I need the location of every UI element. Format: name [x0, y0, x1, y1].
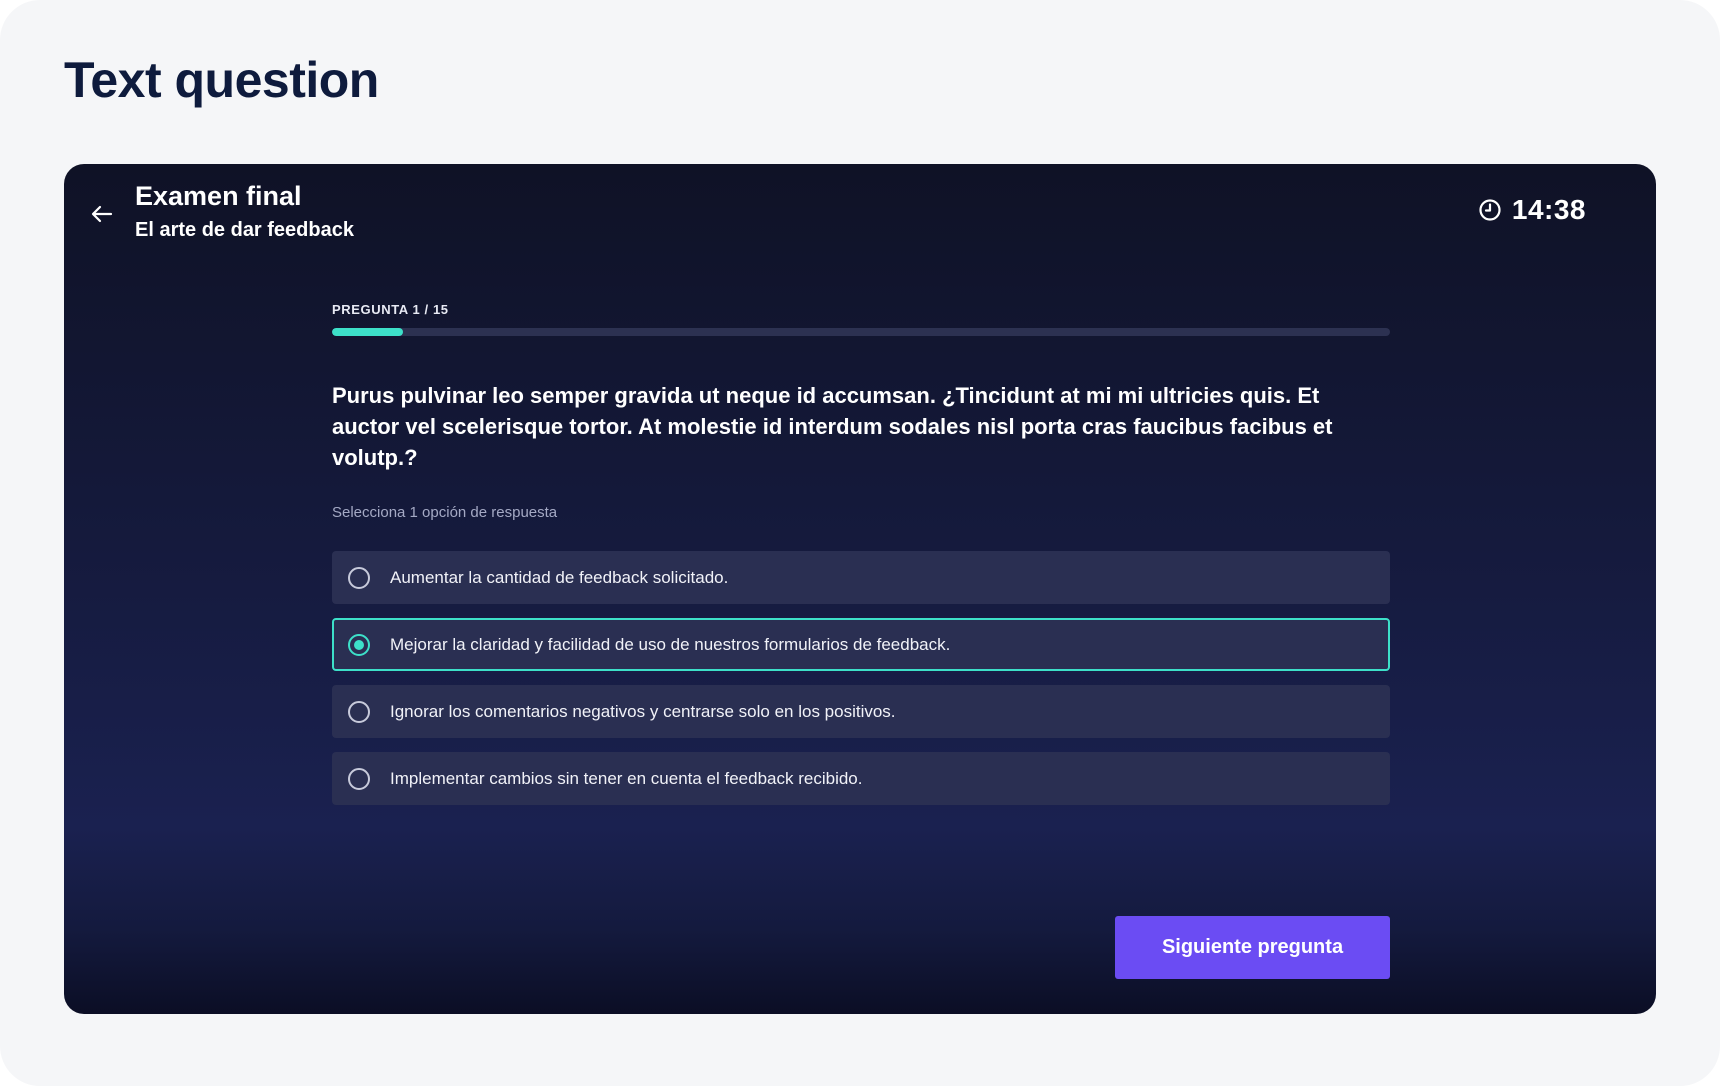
timer-value: 14:38 — [1511, 194, 1586, 225]
next-question-button[interactable]: Siguiente pregunta — [1115, 916, 1390, 979]
exam-subtitle: El arte de dar feedback — [135, 219, 354, 241]
clock-icon — [1479, 199, 1501, 221]
progress-bar — [332, 328, 1390, 336]
question-panel: PREGUNTA 1 / 15 Purus pulvinar leo sempe… — [332, 302, 1390, 805]
radio-button[interactable] — [348, 767, 370, 790]
exam-header: Examen final El arte de dar feedback — [135, 178, 354, 244]
radio-selected-dot — [354, 639, 364, 650]
progress-fill — [332, 328, 403, 336]
answer-option[interactable]: Mejorar la claridad y facilidad de uso d… — [332, 618, 1390, 671]
radio-button[interactable] — [348, 633, 370, 656]
question-counter: PREGUNTA 1 / 15 — [332, 302, 449, 317]
radio-button[interactable] — [348, 700, 370, 723]
timer: 14:38 — [1478, 194, 1586, 226]
question-text: Purus pulvinar leo semper gravida ut neq… — [332, 383, 1333, 470]
exam-title: Examen final — [135, 181, 302, 211]
answer-options: Aumentar la cantidad de feedback solicit… — [332, 551, 1390, 805]
answer-instructions: Selecciona 1 opción de respuesta — [332, 504, 558, 521]
arrow-left-icon — [91, 205, 113, 223]
back-button[interactable] — [84, 196, 120, 232]
answer-option[interactable]: Aumentar la cantidad de feedback solicit… — [332, 551, 1390, 604]
quiz-screen: Examen final El arte de dar feedback 14:… — [64, 164, 1656, 1014]
page-title: Text question — [64, 52, 379, 108]
answer-option-label: Ignorar los comentarios negativos y cent… — [390, 701, 896, 721]
page-canvas: Text question Examen final El arte de da… — [0, 0, 1720, 1086]
answer-option-label: Implementar cambios sin tener en cuenta … — [390, 768, 863, 788]
answer-option-label: Aumentar la cantidad de feedback solicit… — [390, 567, 729, 587]
radio-button[interactable] — [348, 566, 370, 589]
answer-option[interactable]: Implementar cambios sin tener en cuenta … — [332, 752, 1390, 805]
answer-option-label: Mejorar la claridad y facilidad de uso d… — [390, 634, 951, 654]
answer-option[interactable]: Ignorar los comentarios negativos y cent… — [332, 685, 1390, 738]
